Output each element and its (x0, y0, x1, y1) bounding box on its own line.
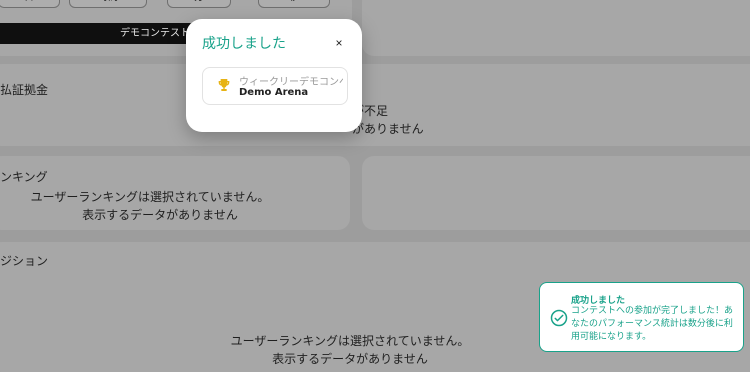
contest-card[interactable]: ウィークリーデモコンペ Demo Arena (202, 67, 348, 105)
position-message: ユーザーランキングは選択されていません。 (230, 334, 470, 348)
ranking-empty: 表示するデータがありません (82, 208, 238, 222)
ranking-right-panel (362, 156, 750, 230)
close-icon[interactable]: × (332, 36, 346, 50)
success-modal: 成功しました × ウィークリーデモコンペ Demo Arena (186, 19, 362, 132)
timer-seconds-label: 秒 (289, 0, 299, 3)
ranking-message: ユーザーランキングは選択されていません。 (30, 190, 270, 204)
position-title: ジション (0, 254, 49, 268)
deposit-panel: 払証拠金 が不足 がありません (0, 64, 750, 146)
trophy-icon (218, 79, 230, 91)
check-circle-icon (550, 309, 568, 327)
toast-message: コンテストへの参加が完了しました！あなたのパフォーマンス統計は数分後に利用可能に… (571, 306, 734, 342)
timer-days: 日 (0, 0, 60, 8)
timer-minutes-label: 分 (194, 0, 204, 3)
contest-subtitle: Demo Arena (239, 87, 309, 98)
top-right-panel (362, 0, 750, 56)
contest-title-bar: デモコンテスト (0, 23, 210, 44)
modal-title: 成功しました (202, 36, 286, 52)
ranking-panel: ンキング ユーザーランキングは選択されていません。 表示するデータがありません (0, 156, 350, 230)
timer-hours-label: 時間 (98, 0, 118, 3)
position-empty: 表示するデータがありません (272, 352, 428, 366)
deposit-status-line2: がありません (352, 122, 424, 136)
timer-minutes: 分 (167, 0, 231, 8)
timer-seconds: 秒 (258, 0, 330, 8)
contest-title-text: デモコンテスト (120, 28, 190, 39)
timer-days-label: 日 (24, 0, 34, 3)
timer-hours: 時間 (69, 0, 147, 8)
success-toast: 成功しました コンテストへの参加が完了しました！あなたのパフォーマンス統計は数分… (539, 282, 744, 352)
ranking-title: ンキング (0, 170, 48, 184)
deposit-title: 払証拠金 (0, 83, 49, 97)
contest-name: ウィークリーデモコンペ (239, 77, 343, 88)
